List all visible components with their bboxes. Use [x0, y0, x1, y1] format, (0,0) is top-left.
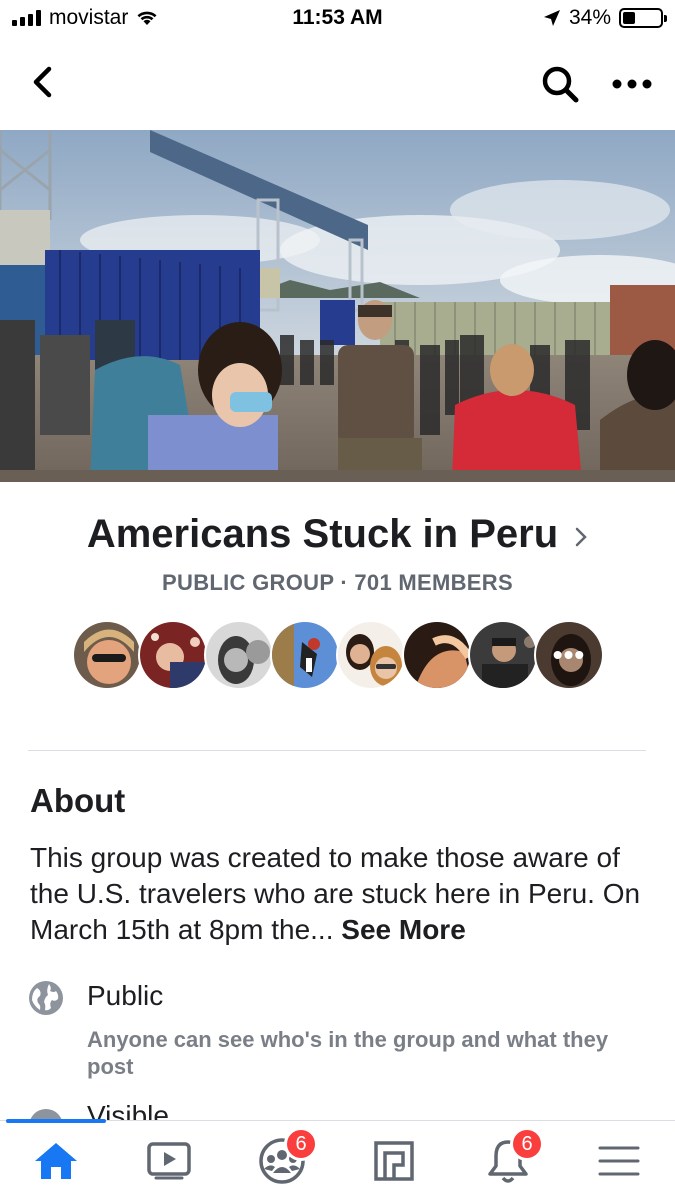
visible-row-peek: Visible: [28, 1104, 648, 1120]
more-options-button[interactable]: [606, 60, 658, 108]
status-right: 34%: [543, 6, 667, 30]
member-avatar-more[interactable]: •••: [534, 620, 604, 690]
search-button[interactable]: [536, 60, 584, 108]
search-icon: [542, 66, 579, 103]
more-horizontal-icon: [612, 79, 652, 89]
privacy-description: Anyone can see who's in the group and wh…: [87, 1027, 609, 1079]
member-avatar[interactable]: [204, 620, 274, 690]
status-bar: movistar 11:53 AM 34%: [0, 0, 675, 38]
see-more-link[interactable]: See More: [341, 914, 466, 945]
member-avatar[interactable]: [402, 620, 472, 690]
tab-watch[interactable]: [139, 1133, 199, 1189]
battery-fill: [623, 12, 636, 24]
back-button[interactable]: [22, 60, 62, 104]
groups-badge: 6: [284, 1127, 318, 1161]
group-name: Americans Stuck in Peru: [86, 512, 559, 556]
group-cover-photo[interactable]: [0, 130, 675, 482]
menu-icon: [598, 1146, 640, 1176]
back-chevron-icon: [33, 66, 52, 98]
section-divider: [28, 750, 646, 751]
about-description: This group was created to make those awa…: [30, 840, 650, 948]
navigation-bar: [0, 38, 675, 130]
globe-icon: [29, 981, 63, 1015]
member-avatar[interactable]: [138, 620, 208, 690]
cover-photo-image: [0, 130, 675, 482]
more-dots-icon: •••: [552, 639, 586, 670]
battery-icon: [619, 8, 667, 28]
battery-percent: 34%: [568, 6, 611, 29]
tab-marketplace[interactable]: [364, 1133, 424, 1189]
watch-icon: [147, 1142, 191, 1180]
member-avatars[interactable]: •••: [72, 620, 604, 692]
about-heading: About: [30, 782, 126, 819]
member-avatar[interactable]: [270, 620, 340, 690]
chevron-right-icon: [575, 527, 587, 546]
member-avatar[interactable]: [468, 620, 538, 690]
active-tab-indicator: [6, 1119, 106, 1123]
marketplace-icon: [374, 1141, 414, 1181]
tab-groups[interactable]: 6: [252, 1127, 318, 1189]
group-title-link[interactable]: Americans Stuck in Peru: [0, 512, 675, 557]
about-description-text: This group was created to make those awa…: [30, 842, 641, 945]
bottom-tab-bar: 6 6: [0, 1119, 675, 1200]
notifications-badge: 6: [510, 1127, 544, 1161]
home-icon: [35, 1143, 77, 1179]
tab-notifications[interactable]: 6: [478, 1127, 544, 1189]
group-meta: PUBLIC GROUP · 701 MEMBERS: [162, 570, 513, 595]
visible-label: Visible: [87, 1104, 169, 1120]
tab-home[interactable]: [26, 1133, 86, 1189]
member-avatar[interactable]: [336, 620, 406, 690]
location-arrow-icon: [543, 10, 560, 26]
member-avatar[interactable]: [72, 620, 142, 690]
tab-menu[interactable]: [589, 1133, 649, 1189]
privacy-label: Public: [87, 980, 164, 1011]
